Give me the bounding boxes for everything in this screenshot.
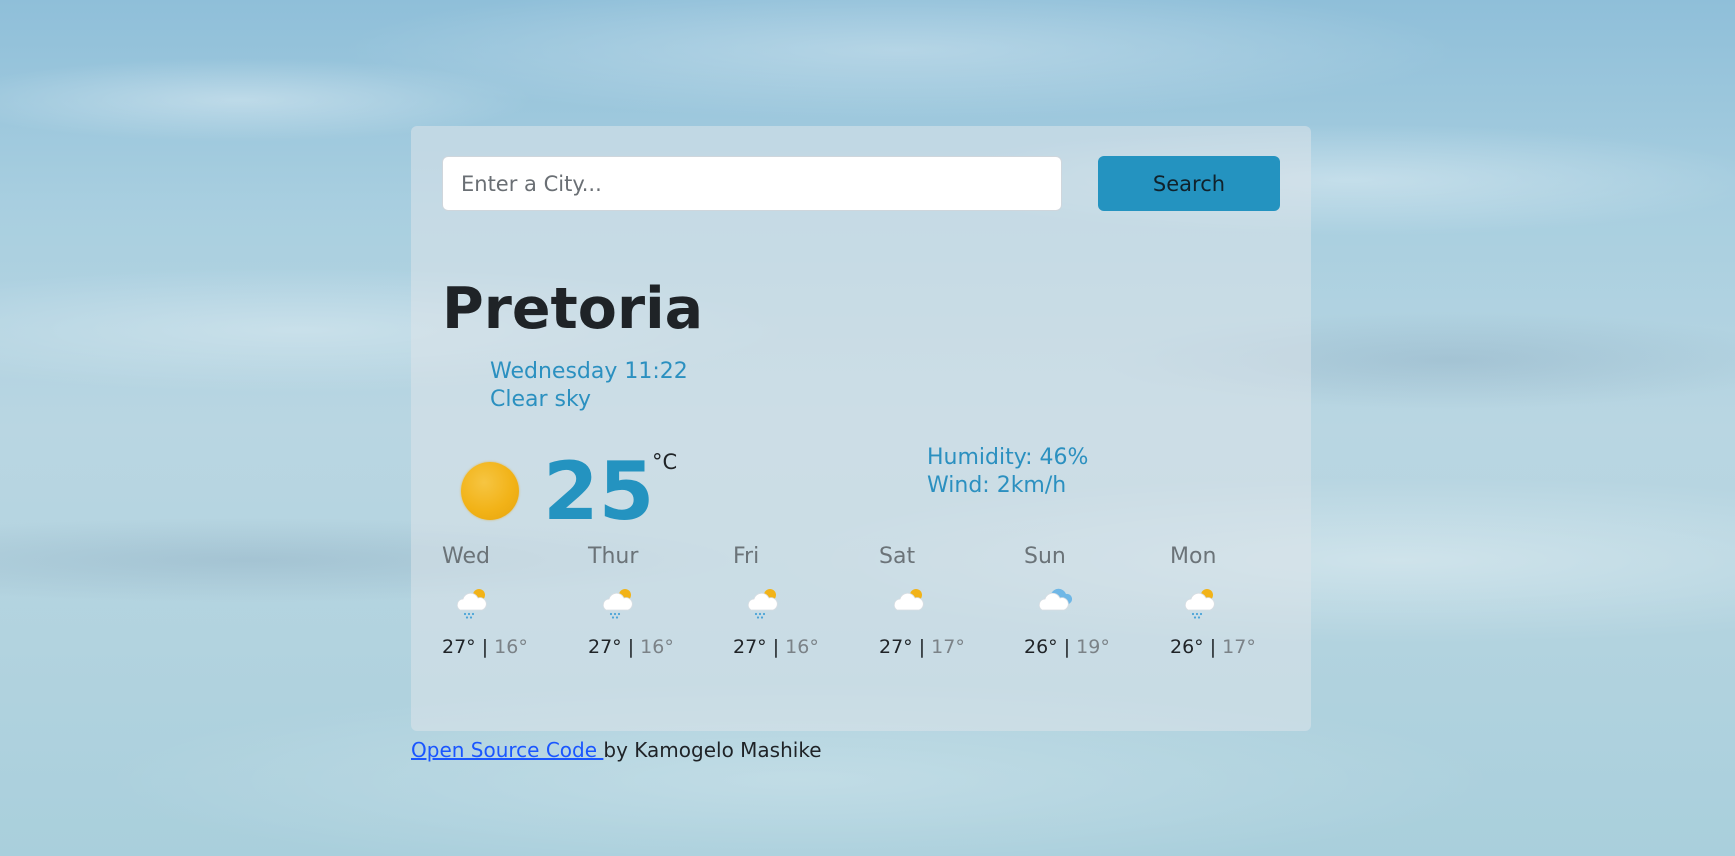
forecast-day: Sat 27° | 17°: [879, 544, 1019, 658]
forecast-day-name: Wed: [442, 544, 490, 569]
source-code-link[interactable]: Open Source Code: [411, 738, 603, 762]
forecast-day: Sun 26° | 19°: [1024, 544, 1164, 658]
current-temperature: 25: [543, 445, 655, 538]
partly-cloudy-icon: [889, 582, 929, 622]
wind: Wind: 2km/h: [927, 473, 1067, 498]
temp-separator: |: [621, 636, 641, 658]
forecast-temps: 26° | 17°: [1170, 636, 1310, 658]
cloudy-icon: [1034, 582, 1074, 622]
author-credit: by Kamogelo Mashike: [603, 738, 822, 762]
search-button[interactable]: Search: [1098, 156, 1280, 211]
forecast-day-name: Mon: [1170, 544, 1217, 569]
forecast-min-temp: 16°: [785, 636, 819, 658]
rain-sun-icon: [1180, 582, 1220, 622]
forecast-temps: 27° | 16°: [733, 636, 873, 658]
current-datetime: Wednesday 11:22: [490, 359, 688, 384]
temp-separator: |: [766, 636, 786, 658]
forecast-day-name: Fri: [733, 544, 760, 569]
forecast-temps: 27° | 16°: [588, 636, 728, 658]
footer: Open Source Code by Kamogelo Mashike: [411, 738, 822, 762]
forecast-day-name: Sat: [879, 544, 916, 569]
temp-separator: |: [912, 636, 932, 658]
forecast-min-temp: 19°: [1076, 636, 1110, 658]
rain-sun-icon: [598, 582, 638, 622]
forecast-day: Fri 27° | 16°: [733, 544, 873, 658]
temp-separator: |: [475, 636, 495, 658]
rain-sun-icon: [452, 582, 492, 622]
temperature-unit: °C: [652, 450, 678, 474]
forecast-temps: 26° | 19°: [1024, 636, 1164, 658]
forecast-max-temp: 27°: [733, 636, 767, 658]
forecast-min-temp: 16°: [494, 636, 528, 658]
forecast-max-temp: 27°: [588, 636, 622, 658]
city-name: Pretoria: [442, 276, 704, 342]
current-details: Humidity: 46% Wind: 2km/h: [927, 444, 1088, 500]
forecast-min-temp: 17°: [931, 636, 965, 658]
forecast-min-temp: 17°: [1222, 636, 1256, 658]
forecast-max-temp: 27°: [879, 636, 913, 658]
rain-sun-icon: [743, 582, 783, 622]
forecast-temps: 27° | 16°: [442, 636, 582, 658]
forecast-min-temp: 16°: [640, 636, 674, 658]
forecast-day: Mon 26° | 17°: [1170, 544, 1310, 658]
temp-separator: |: [1057, 636, 1077, 658]
forecast-max-temp: 26°: [1170, 636, 1204, 658]
city-search-input[interactable]: [442, 156, 1062, 211]
clear-sun-icon: [461, 462, 519, 520]
humidity: Humidity: 46%: [927, 445, 1089, 470]
forecast-day-name: Sun: [1024, 544, 1066, 569]
weather-card: Search Pretoria Wednesday 11:22 Clear sk…: [411, 126, 1311, 731]
forecast-day-name: Thur: [588, 544, 639, 569]
weather-description: Clear sky: [490, 387, 591, 412]
forecast-max-temp: 26°: [1024, 636, 1058, 658]
forecast: Wed 27° | 16° Thur 27° | 16° Fri 27° | 16° Sat…: [442, 544, 1312, 674]
forecast-temps: 27° | 17°: [879, 636, 1019, 658]
forecast-day: Wed 27° | 16°: [442, 544, 582, 658]
temp-separator: |: [1203, 636, 1223, 658]
forecast-day: Thur 27° | 16°: [588, 544, 728, 658]
forecast-max-temp: 27°: [442, 636, 476, 658]
current-meta: Wednesday 11:22 Clear sky: [490, 358, 688, 414]
